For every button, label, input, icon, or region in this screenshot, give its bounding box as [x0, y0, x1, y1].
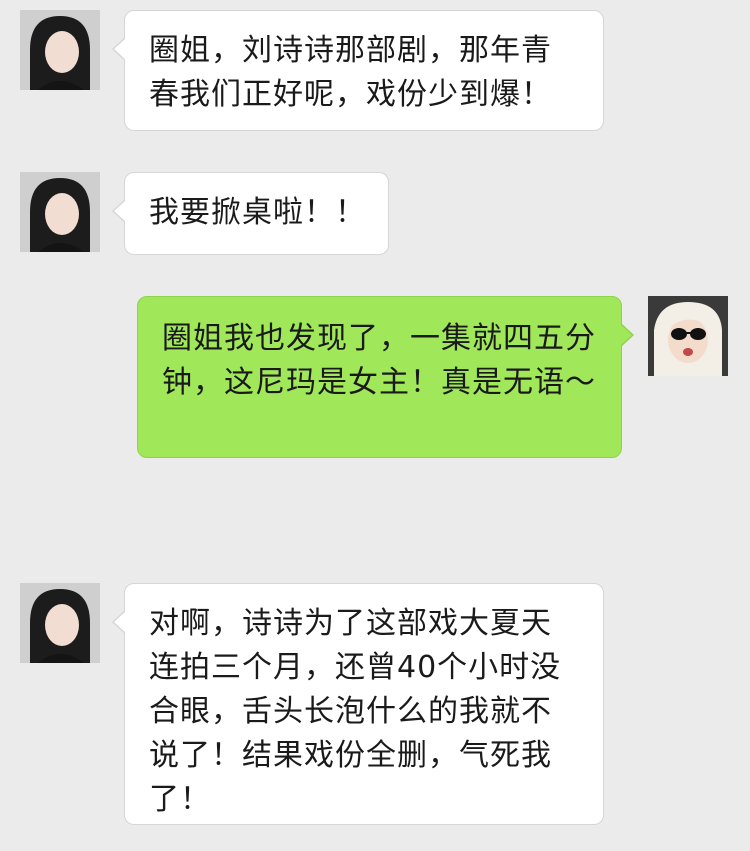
- message-bubble-1[interactable]: 圈姐，刘诗诗那部剧，那年青春我们正好呢，戏份少到爆！: [112, 10, 604, 131]
- avatar-dark-hair-icon[interactable]: [20, 583, 100, 663]
- message-bubble-3[interactable]: 圈姐我也发现了，一集就四五分钟，这尼玛是女主！真是无语～: [137, 296, 634, 458]
- avatar-blonde-sunglasses-icon[interactable]: [648, 296, 728, 376]
- message-bubble-2[interactable]: 我要掀桌啦！！: [112, 172, 389, 255]
- avatar-dark-hair-icon[interactable]: [20, 10, 100, 90]
- message-bubble-4[interactable]: 对啊，诗诗为了这部戏大夏天连拍三个月，还曾40个小时没合眼，舌头长泡什么的我就不…: [112, 583, 604, 825]
- avatar-dark-hair-icon[interactable]: [20, 172, 100, 252]
